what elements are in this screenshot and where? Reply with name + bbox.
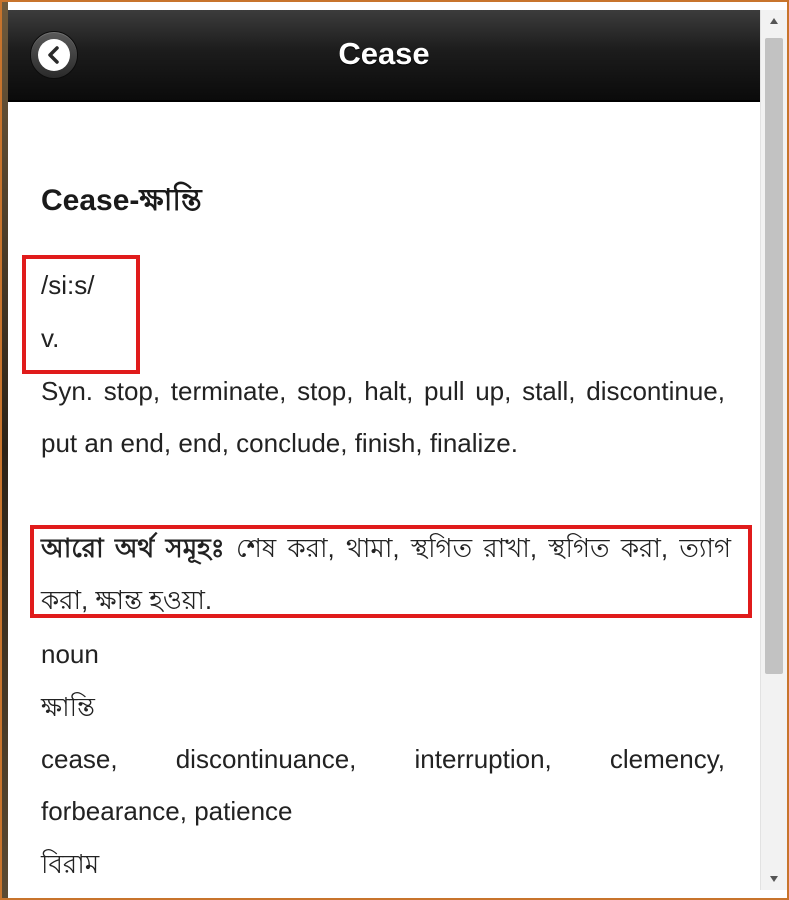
noun-synonyms: cease, discontinuance, interruption, cle…: [41, 744, 725, 826]
noun-label: noun: [41, 639, 99, 669]
synonyms-text: Syn. stop, terminate, stop, halt, pull u…: [41, 376, 725, 458]
noun-bangla-2: বিরাম: [41, 849, 100, 879]
entry-headword: Cease-ক্ষান্তি: [41, 184, 202, 217]
highlight-box-pronunciation: [22, 255, 140, 374]
scroll-up-icon[interactable]: [761, 10, 787, 32]
scroll-down-icon[interactable]: [761, 868, 787, 890]
scroll-thumb[interactable]: [765, 38, 783, 674]
highlight-box-more-meanings: [30, 525, 752, 618]
page-title: Cease: [338, 36, 430, 71]
header-bar: Cease: [8, 10, 760, 102]
vertical-scrollbar[interactable]: [760, 10, 787, 890]
noun-bangla: ক্ষান্তি: [41, 692, 95, 722]
window-edge: [2, 2, 8, 898]
part-of-speech: v.: [41, 323, 60, 353]
pronunciation: /si:s/: [41, 270, 95, 300]
